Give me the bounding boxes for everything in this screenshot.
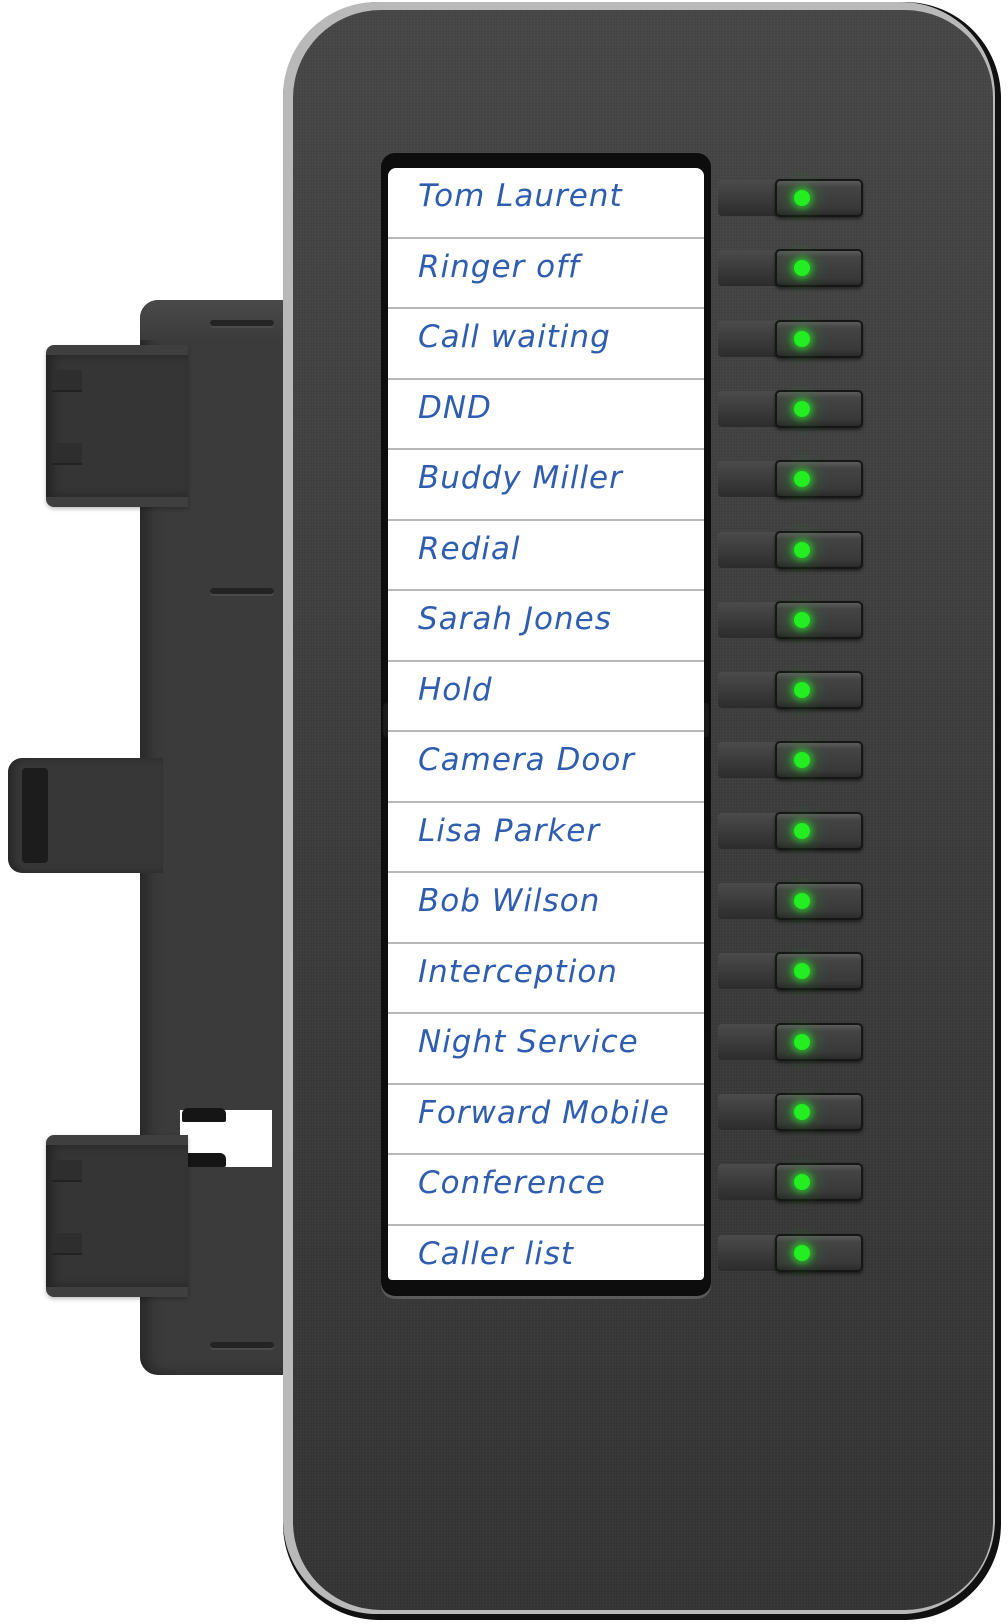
function-key-8[interactable]	[775, 671, 863, 710]
function-key-15[interactable]	[775, 1163, 863, 1202]
function-key-6[interactable]	[775, 530, 863, 569]
key-label: Call waiting	[418, 319, 611, 355]
key-label-row: DND	[388, 380, 704, 450]
key-label: Ringer off	[418, 248, 580, 285]
clip-slot	[52, 1233, 82, 1255]
key-label: Camera Door	[418, 742, 636, 778]
label-display: Tom Laurent Ringer off Call waiting DND Budd…	[388, 168, 704, 1280]
key-label-row: Sarah Jones	[388, 591, 704, 662]
led-indicator-icon	[794, 1033, 810, 1050]
clip-slot	[52, 1160, 82, 1182]
key-label-row: Interception	[388, 944, 704, 1014]
function-key-9[interactable]	[775, 741, 863, 780]
key-label-row: Night Service	[388, 1014, 704, 1085]
key-label: Caller list	[418, 1235, 575, 1272]
key-label-row: Lisa Parker	[388, 803, 704, 873]
key-label-row: Caller list	[388, 1226, 704, 1281]
key-label: Tom Laurent	[418, 178, 623, 214]
key-label-row: Forward Mobile	[388, 1085, 704, 1155]
function-key-3[interactable]	[775, 319, 863, 358]
bracket-groove	[210, 1342, 274, 1348]
led-indicator-icon	[794, 330, 810, 347]
led-indicator-icon	[794, 1244, 810, 1261]
key-label-row: Bob Wilson	[388, 873, 704, 944]
key-label: Redial	[418, 530, 521, 567]
led-indicator-icon	[794, 893, 810, 909]
led-indicator-icon	[794, 400, 810, 417]
led-indicator-icon	[794, 471, 810, 488]
connector-pin	[182, 1108, 226, 1122]
key-label: Interception	[418, 953, 618, 990]
led-indicator-icon	[794, 541, 810, 558]
key-label-row: Tom Laurent	[388, 168, 704, 239]
latch-slot	[22, 768, 48, 863]
key-label: Bob Wilson	[418, 883, 601, 919]
clip-slot	[52, 443, 82, 465]
function-key-11[interactable]	[775, 882, 863, 920]
key-label: Hold	[418, 671, 493, 708]
function-key-4[interactable]	[775, 389, 863, 428]
key-label-row: Hold	[388, 662, 704, 732]
function-key-10[interactable]	[775, 811, 863, 850]
led-indicator-icon	[794, 611, 810, 628]
function-key-13[interactable]	[775, 1022, 863, 1061]
key-label: Forward Mobile	[418, 1094, 670, 1131]
function-key-1[interactable]	[775, 179, 863, 217]
led-indicator-icon	[794, 1103, 810, 1120]
key-label-row: Conference	[388, 1155, 704, 1226]
led-indicator-icon	[794, 190, 810, 206]
key-label-row: Buddy Miller	[388, 450, 704, 521]
key-label: Sarah Jones	[418, 601, 612, 637]
function-key-5[interactable]	[775, 460, 863, 499]
key-label: Lisa Parker	[418, 812, 601, 849]
mounting-clip-top	[46, 345, 188, 507]
led-indicator-icon	[794, 963, 810, 980]
function-key-16[interactable]	[775, 1233, 863, 1272]
key-label: DND	[418, 389, 492, 426]
release-latch[interactable]	[8, 758, 163, 873]
mounting-clip-bottom	[46, 1135, 188, 1297]
bracket-groove	[210, 320, 274, 326]
key-label: Night Service	[418, 1024, 639, 1060]
led-indicator-icon	[794, 682, 810, 699]
key-label-row: Call waiting	[388, 309, 704, 380]
function-key-14[interactable]	[775, 1092, 863, 1131]
function-key-2[interactable]	[775, 249, 863, 288]
key-label: Conference	[418, 1165, 606, 1201]
function-key-12[interactable]	[775, 952, 863, 991]
led-indicator-icon	[794, 1174, 810, 1191]
bracket-groove	[210, 588, 274, 594]
led-indicator-icon	[794, 260, 810, 277]
key-label-row: Camera Door	[388, 732, 704, 803]
led-indicator-icon	[794, 752, 810, 769]
key-label: Buddy Miller	[418, 460, 623, 496]
function-key-7[interactable]	[775, 600, 863, 639]
led-indicator-icon	[794, 822, 810, 839]
clip-slot	[52, 370, 82, 392]
key-label-row: Redial	[388, 521, 704, 591]
connector-pin	[182, 1153, 226, 1167]
key-label-row: Ringer off	[388, 239, 704, 309]
